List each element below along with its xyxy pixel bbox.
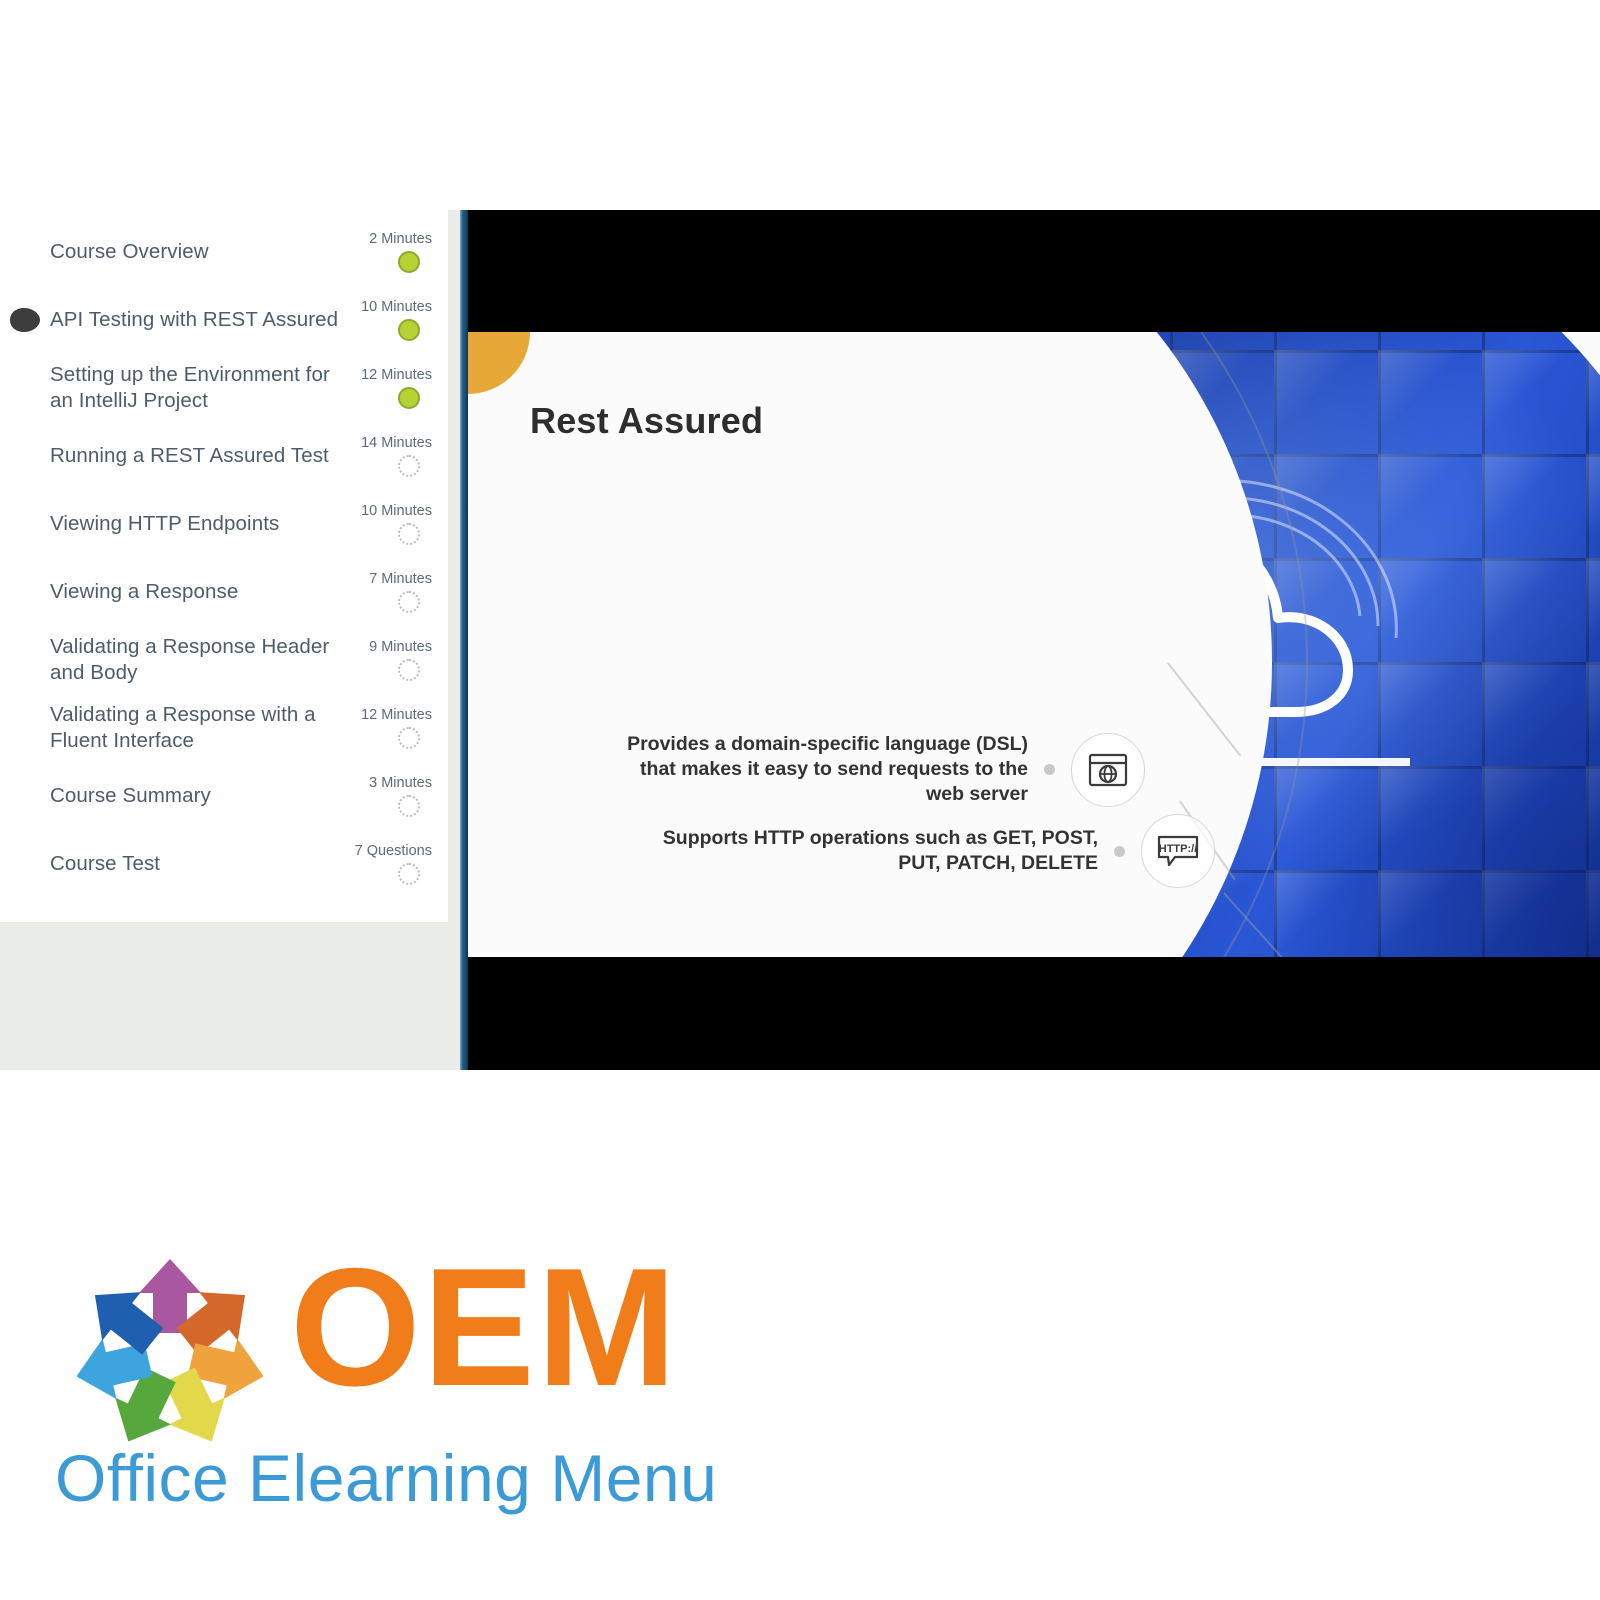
outline-item-meta: 3 Minutes <box>346 775 432 817</box>
browser-globe-icon <box>1071 732 1145 807</box>
outline-item-meta: 12 Minutes <box>346 707 432 749</box>
outline-item-meta: 7 Questions <box>346 843 432 885</box>
outline-item-duration: 14 Minutes <box>361 435 432 451</box>
outline-item-meta: 12 Minutes <box>346 367 432 409</box>
status-indicator-complete <box>398 251 420 273</box>
slide-bullet-1-text: Provides a domain-specific language (DSL… <box>627 733 1028 805</box>
outline-item-0[interactable]: Course Overview 2 Minutes <box>0 218 448 286</box>
status-indicator-incomplete <box>398 523 420 545</box>
outline-item-duration: 12 Minutes <box>361 367 432 383</box>
outline-item-meta: 9 Minutes <box>346 639 432 681</box>
outline-item-title: Viewing a Response <box>50 580 239 603</box>
status-indicator-incomplete <box>398 727 420 749</box>
outline-item-1[interactable]: API Testing with REST Assured 10 Minutes <box>0 286 448 354</box>
outline-item-title: Validating a Response with a Fluent Inte… <box>50 703 316 752</box>
outline-item-duration: 7 Questions <box>354 843 432 859</box>
course-outline-sidebar: Course Overview 2 Minutes API Testing with… <box>0 210 448 922</box>
outline-item-duration: 10 Minutes <box>361 299 432 315</box>
outline-item-meta: 10 Minutes <box>346 299 432 341</box>
outline-item-meta: 7 Minutes <box>346 571 432 613</box>
outline-item-3[interactable]: Running a REST Assured Test 14 Minutes <box>0 422 448 490</box>
orange-circle-decoration <box>468 332 530 394</box>
status-indicator-incomplete <box>398 863 420 885</box>
outline-item-5[interactable]: Viewing a Response 7 Minutes <box>0 558 448 626</box>
status-indicator-complete <box>398 319 420 341</box>
outline-item-2[interactable]: Setting up the Environment for an Intell… <box>0 354 448 422</box>
http-bubble-icon: HTTP:// <box>1141 814 1215 888</box>
slide-bullet-2-text: Supports HTTP operations such as GET, PO… <box>662 827 1098 874</box>
status-indicator-incomplete <box>398 455 420 477</box>
outline-item-4[interactable]: Viewing HTTP Endpoints 10 Minutes <box>0 490 448 558</box>
slide-bullet-1: Provides a domain-specific language (DSL… <box>598 732 1145 807</box>
oem-tagline: Office Elearning Menu <box>55 1441 718 1515</box>
status-indicator-complete <box>398 387 420 409</box>
course-player: Course Overview 2 Minutes API Testing with… <box>0 210 1600 1070</box>
current-item-pointer-icon <box>8 307 42 333</box>
outline-item-meta: 2 Minutes <box>346 231 432 273</box>
outline-item-title: Running a REST Assured Test <box>50 444 329 467</box>
outline-item-title: Course Overview <box>50 240 209 263</box>
oem-logo: OEM Office Elearning Menu <box>55 1235 735 1535</box>
svg-text:HTTP://: HTTP:// <box>1159 843 1198 855</box>
outline-item-title: Validating a Response Header and Body <box>50 635 330 684</box>
outline-item-duration: 12 Minutes <box>361 707 432 723</box>
outline-item-duration: 7 Minutes <box>369 571 432 587</box>
outline-item-title: Course Test <box>50 852 161 875</box>
course-outline-list[interactable]: Course Overview 2 Minutes API Testing with… <box>0 210 448 922</box>
sidebar-stage-divider <box>460 210 468 1070</box>
bullet-dot <box>1044 764 1055 775</box>
presentation-slide: Rest Assured Provides a domain-specific … <box>468 332 1600 957</box>
outline-item-title: Viewing HTTP Endpoints <box>50 512 280 535</box>
outline-item-8[interactable]: Course Summary 3 Minutes <box>0 762 448 830</box>
outline-item-meta: 14 Minutes <box>346 435 432 477</box>
status-indicator-incomplete <box>398 795 420 817</box>
outline-item-title: Course Summary <box>50 784 211 807</box>
outline-item-title: Setting up the Environment for an Intell… <box>50 363 330 412</box>
outline-item-duration: 2 Minutes <box>369 231 432 247</box>
status-indicator-incomplete <box>398 591 420 613</box>
status-indicator-incomplete <box>398 659 420 681</box>
outline-item-7[interactable]: Validating a Response with a Fluent Inte… <box>0 694 448 762</box>
outline-item-meta: 10 Minutes <box>346 503 432 545</box>
outline-item-9[interactable]: Course Test 7 Questions <box>0 830 448 898</box>
slide-title: Rest Assured <box>530 400 764 441</box>
outline-item-duration: 10 Minutes <box>361 503 432 519</box>
slide-bullet-2: Supports HTTP operations such as GET, PO… <box>638 814 1215 888</box>
outline-item-duration: 3 Minutes <box>369 775 432 791</box>
pinwheel-arrows-icon <box>55 1240 285 1470</box>
outline-item-title: API Testing with REST Assured <box>50 308 339 331</box>
outline-item-6[interactable]: Validating a Response Header and Body 9 M… <box>0 626 448 694</box>
video-stage[interactable]: Rest Assured Provides a domain-specific … <box>468 210 1600 1070</box>
outline-item-duration: 9 Minutes <box>369 639 432 655</box>
bullet-dot <box>1114 845 1125 857</box>
oem-wordmark: OEM <box>290 1233 679 1421</box>
